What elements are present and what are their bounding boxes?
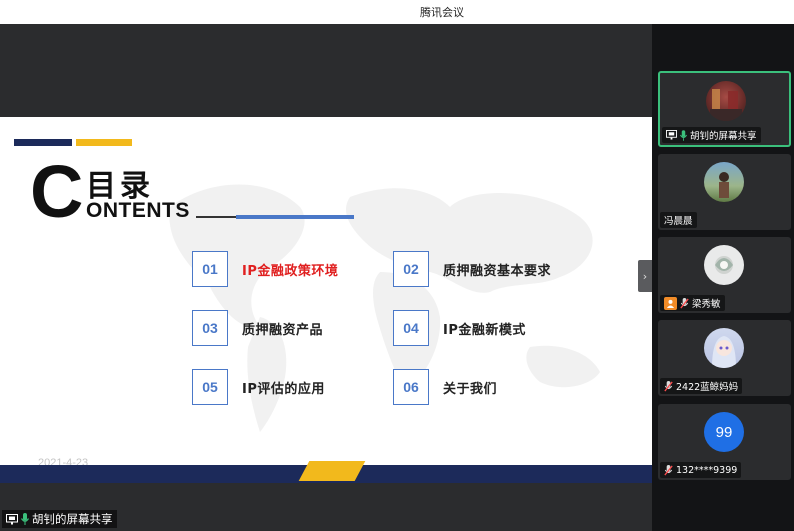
screen-share-tag: 胡钊的屏幕共享 [2, 510, 117, 528]
participant-name: 132****9399 [676, 464, 738, 476]
avatar: 99 [704, 412, 744, 452]
heading-underline-blue [236, 215, 354, 219]
mic-on-icon [21, 513, 29, 525]
decor-bar-gold [76, 139, 132, 146]
toc-label: 质押融资产品 [242, 322, 324, 338]
screen-share-label: 胡钊的屏幕共享 [32, 512, 113, 526]
mic-muted-icon [680, 297, 689, 309]
toc-number: 05 [192, 369, 228, 405]
toc-item-04: 04 IP金融新模式 [393, 310, 526, 346]
mic-on-icon [680, 129, 687, 141]
participant-name-tag: 胡钊的屏幕共享 [662, 127, 761, 143]
mic-muted-icon [664, 380, 673, 392]
toc-label: IP评估的应用 [242, 381, 325, 397]
toc-label: 关于我们 [443, 381, 498, 397]
toc-number: 06 [393, 369, 429, 405]
toc-item-06: 06 关于我们 [393, 369, 497, 405]
toc-number: 04 [393, 310, 429, 346]
footer-bar-gold [298, 461, 366, 481]
avatar [706, 81, 746, 121]
toc-item-05: 05 IP评估的应用 [192, 369, 325, 405]
participant-name: 冯晨晨 [664, 216, 693, 227]
participant-name: 2422蓝鲸妈妈 [676, 382, 739, 393]
participant-tile[interactable]: 梁秀敏 [658, 237, 791, 313]
window-titlebar: 腾讯会议 [0, 0, 794, 24]
heading-letter-c: C [30, 150, 84, 233]
chevron-right-icon: › [642, 269, 648, 283]
participant-name: 胡钊的屏幕共享 [690, 131, 757, 142]
participant-name-tag: 2422蓝鲸妈妈 [660, 378, 743, 394]
participant-tile[interactable]: 冯晨晨 [658, 154, 791, 230]
participant-name-tag: 132****9399 [660, 462, 742, 478]
participant-tile[interactable]: 胡钊的屏幕共享 [658, 71, 791, 147]
toc-item-01: 01 IP金融政策环境 [192, 251, 338, 287]
screen-share-icon [666, 130, 677, 140]
screen-share-icon [6, 513, 18, 525]
avatar-initials: 99 [715, 423, 733, 441]
toc-number: 01 [192, 251, 228, 287]
participant-name: 梁秀敏 [692, 299, 721, 310]
mic-muted-icon [664, 464, 673, 476]
toc-number: 02 [393, 251, 429, 287]
toc-item-03: 03 质押融资产品 [192, 310, 323, 346]
decor-bar-navy [14, 139, 72, 146]
toc-label: IP金融政策环境 [242, 263, 339, 279]
avatar [704, 162, 744, 202]
toc-number: 03 [192, 310, 228, 346]
toc-label: IP金融新模式 [443, 322, 526, 338]
window-title: 腾讯会议 [420, 6, 464, 19]
avatar [704, 245, 744, 285]
participant-tile[interactable]: 2422蓝鲸妈妈 [658, 320, 791, 396]
shared-screen-stage: C 目录 ONTENTS 01 IP金融政策环境 02 质押融资基本要求 03 … [0, 24, 652, 531]
presentation-slide: C 目录 ONTENTS 01 IP金融政策环境 02 质押融资基本要求 03 … [0, 117, 652, 483]
heading-underline-dark [196, 216, 236, 218]
heading-english: ONTENTS [86, 199, 190, 222]
participants-panel: 胡钊的屏幕共享 冯晨晨 梁秀敏 2422蓝鲸妈妈 99 132****9399 [652, 24, 794, 531]
participant-name-tag: 梁秀敏 [660, 295, 725, 311]
participant-name-tag: 冯晨晨 [660, 212, 697, 228]
collapse-panel-button[interactable]: › [638, 260, 652, 292]
participant-tile[interactable]: 99 132****9399 [658, 404, 791, 480]
toc-item-02: 02 质押融资基本要求 [393, 251, 551, 287]
avatar [704, 328, 744, 368]
toc-label: 质押融资基本要求 [443, 263, 552, 279]
host-icon [664, 296, 677, 310]
